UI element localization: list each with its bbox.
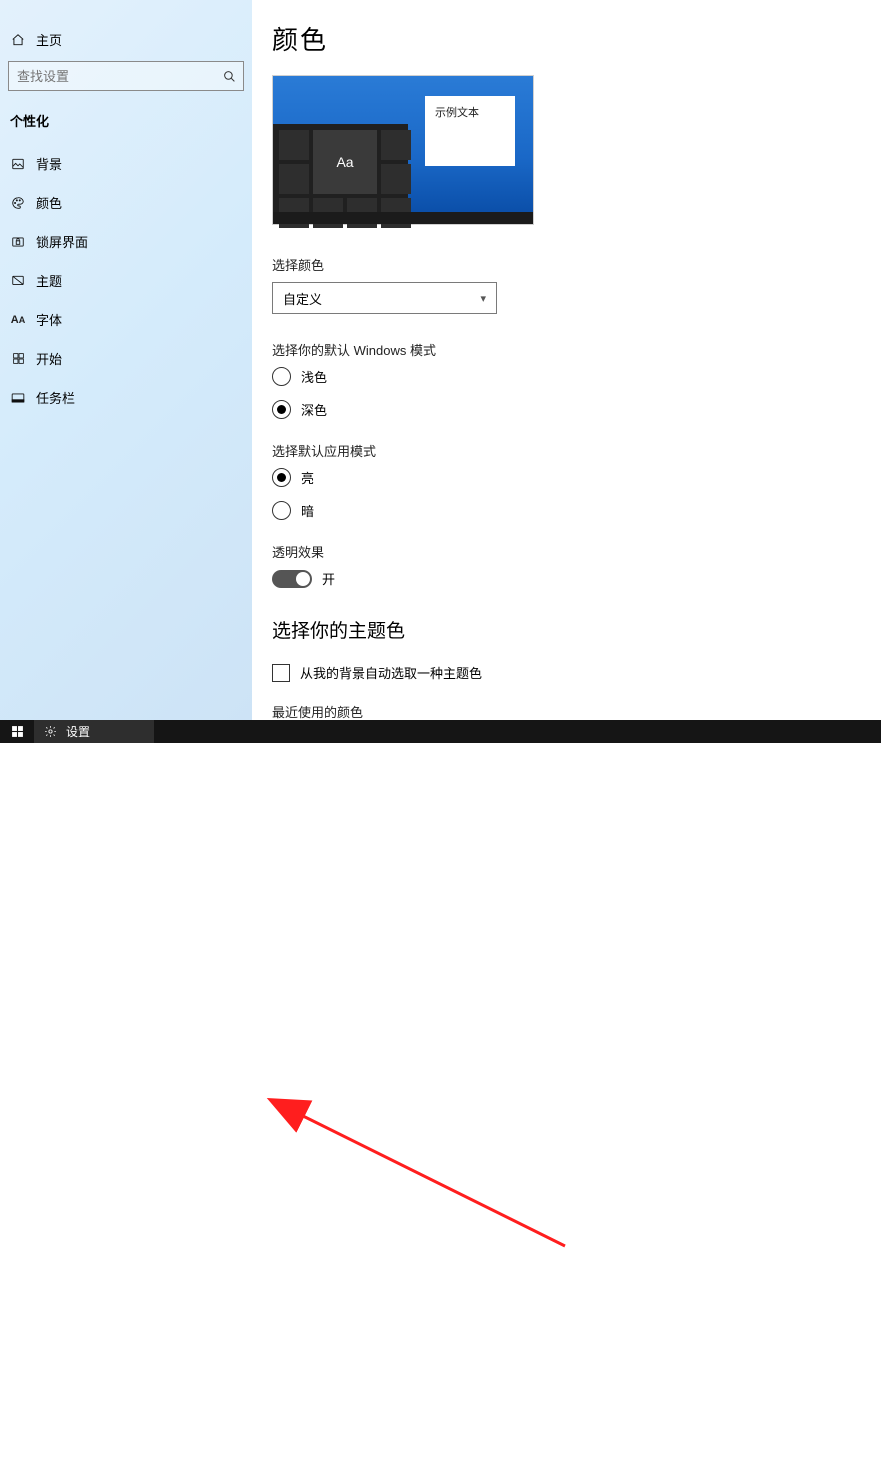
radio-label: 浅色 — [301, 367, 327, 386]
annotation-arrow — [0, 720, 881, 1463]
preview-taskbar — [273, 212, 533, 224]
chevron-down-icon: ▾ — [480, 292, 486, 305]
sidebar-item-label: 主题 — [36, 271, 62, 290]
main-content: 颜色 示例文本 Aa 选择颜色 自定义 ▾ 选择你的默认 Windows 模式 … — [252, 0, 881, 720]
sidebar-item-label: 背景 — [36, 154, 62, 173]
settings-sidebar: 主页 个性化 背景 颜色 锁屏界面 — [0, 0, 252, 720]
win-mode-label: 选择你的默认 Windows 模式 — [272, 340, 881, 359]
radio-windows-dark[interactable]: 深色 — [272, 400, 881, 419]
app-mode-group: 亮 暗 — [272, 468, 881, 520]
lock-icon — [10, 234, 26, 250]
radio-indicator — [272, 400, 291, 419]
taskbar-icon — [10, 390, 26, 406]
font-icon: AA — [10, 312, 26, 328]
home-icon — [10, 32, 26, 48]
sidebar-item-start[interactable]: 开始 — [0, 339, 252, 378]
combo-value: 自定义 — [283, 289, 322, 308]
radio-label: 暗 — [301, 501, 314, 520]
windows-taskbar: 设置 — [0, 720, 881, 743]
preview-window: 示例文本 — [425, 96, 515, 166]
radio-app-dark[interactable]: 暗 — [272, 501, 881, 520]
theme-icon — [10, 273, 26, 289]
radio-app-light[interactable]: 亮 — [272, 468, 881, 487]
checkbox-box — [272, 664, 290, 682]
radio-label: 深色 — [301, 400, 327, 419]
page-title: 颜色 — [272, 20, 881, 57]
sidebar-item-label: 字体 — [36, 310, 62, 329]
transparency-label: 透明效果 — [272, 542, 881, 561]
sidebar-item-lockscreen[interactable]: 锁屏界面 — [0, 222, 252, 261]
transparency-toggle[interactable]: 开 — [272, 569, 881, 588]
search-input[interactable] — [17, 69, 221, 84]
preview-start-tiles: Aa — [273, 124, 408, 224]
radio-indicator — [272, 468, 291, 487]
start-button[interactable] — [0, 720, 34, 743]
home-link[interactable]: 主页 — [0, 26, 252, 61]
toggle-state: 开 — [322, 569, 335, 588]
checkbox-label: 从我的背景自动选取一种主题色 — [300, 663, 482, 682]
radio-windows-light[interactable]: 浅色 — [272, 367, 881, 386]
section-title: 个性化 — [0, 103, 252, 144]
app-mode-label: 选择默认应用模式 — [272, 441, 881, 460]
sidebar-item-taskbar[interactable]: 任务栏 — [0, 378, 252, 417]
search-icon — [221, 68, 237, 84]
start-icon — [10, 351, 26, 367]
preview-sample-text: 示例文本 — [435, 107, 479, 119]
taskbar-settings-button[interactable]: 设置 — [34, 720, 154, 743]
radio-label: 亮 — [301, 468, 314, 487]
palette-icon — [10, 195, 26, 211]
sidebar-item-themes[interactable]: 主题 — [0, 261, 252, 300]
preview-thumbnail: 示例文本 Aa — [272, 75, 534, 225]
radio-indicator — [272, 501, 291, 520]
recent-colors-label: 最近使用的颜色 — [272, 702, 881, 720]
taskbar-settings-label: 设置 — [66, 723, 90, 740]
sidebar-item-fonts[interactable]: AA 字体 — [0, 300, 252, 339]
auto-pick-checkbox[interactable]: 从我的背景自动选取一种主题色 — [272, 663, 881, 682]
sidebar-item-colors[interactable]: 颜色 — [0, 183, 252, 222]
sidebar-item-label: 锁屏界面 — [36, 232, 88, 251]
color-mode-combo[interactable]: 自定义 ▾ — [272, 282, 497, 314]
toggle-track — [272, 570, 312, 588]
search-box[interactable] — [8, 61, 244, 91]
home-label: 主页 — [36, 30, 62, 49]
sidebar-item-label: 任务栏 — [36, 388, 75, 407]
sidebar-item-label: 颜色 — [36, 193, 62, 212]
radio-indicator — [272, 367, 291, 386]
accent-section-title: 选择你的主题色 — [272, 616, 881, 643]
sidebar-item-label: 开始 — [36, 349, 62, 368]
image-icon — [10, 156, 26, 172]
gear-icon — [42, 724, 58, 740]
windows-mode-group: 浅色 深色 — [272, 367, 881, 419]
sidebar-item-background[interactable]: 背景 — [0, 144, 252, 183]
choose-color-label: 选择颜色 — [272, 255, 881, 274]
